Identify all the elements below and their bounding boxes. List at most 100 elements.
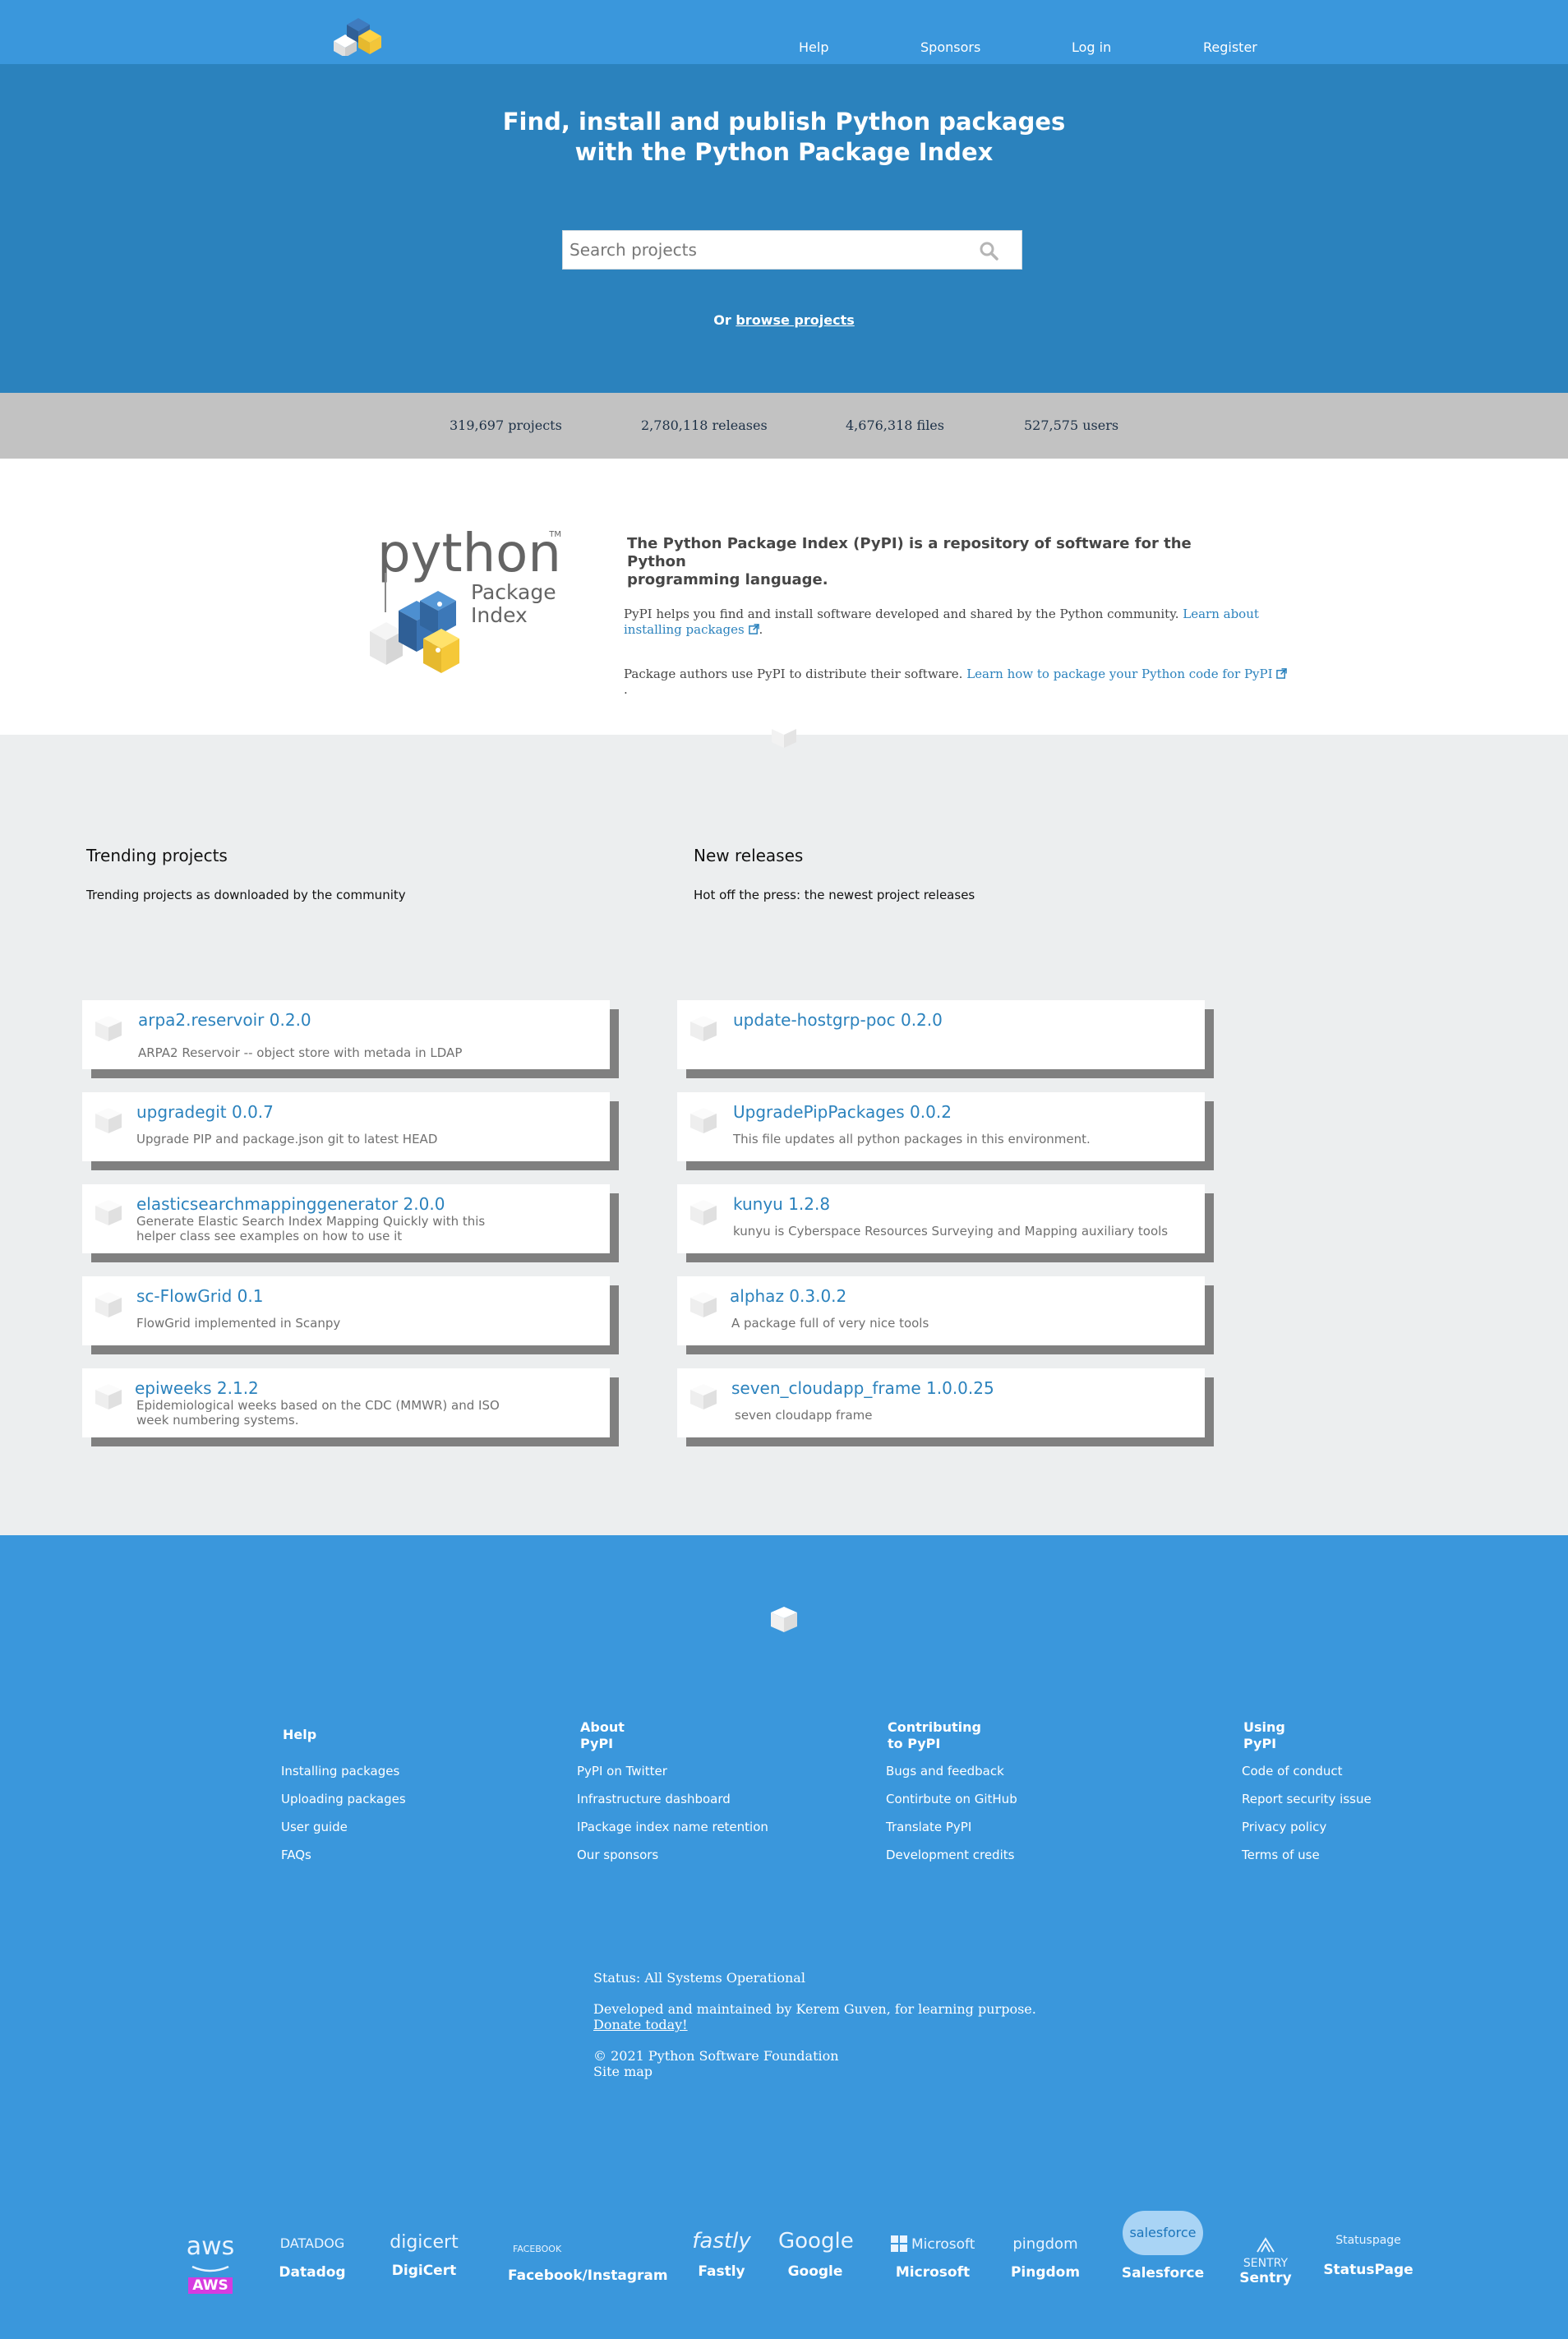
footer-help-title: Help [283, 1727, 316, 1743]
package-name-link[interactable]: UpgradePipPackages 0.0.2 [733, 1102, 952, 1122]
footer-link[interactable]: Uploading packages [281, 1792, 406, 1806]
sponsor-digicert[interactable]: digicert DigiCert [383, 2232, 465, 2279]
package-description: ARPA2 Reservoir -- object store with met… [138, 1045, 463, 1060]
nav-sponsors-link[interactable]: Sponsors [920, 39, 980, 55]
developed-by-text: Developed and maintained by Kerem Guven,… [593, 2001, 1036, 2017]
statuspage-logo-icon: Statuspage [1335, 2234, 1401, 2247]
sponsor-facebook[interactable]: FACEBOOK Facebook/Instagram [508, 2244, 668, 2284]
package-cube-icon [690, 1384, 717, 1409]
footer-link[interactable]: Bugs and feedback [886, 1764, 1004, 1778]
copyright-text: © 2021 Python Software Foundation [593, 2048, 839, 2064]
salesforce-logo-icon: salesforce [1123, 2211, 1203, 2255]
external-link-icon [1276, 668, 1288, 679]
footer-col-title-line: Contributing [888, 1719, 981, 1735]
footer-link[interactable]: Our sponsors [577, 1848, 658, 1862]
hero-title-line1: Find, install and publish Python package… [502, 108, 1066, 136]
aws-logo-icon: aws [186, 2232, 235, 2261]
sponsor-salesforce[interactable]: salesforce Salesforce [1118, 2211, 1208, 2281]
search-input[interactable] [563, 231, 974, 269]
package-name-link[interactable]: kunyu 1.2.8 [733, 1194, 830, 1214]
package-name-link[interactable]: alphaz 0.3.0.2 [730, 1286, 846, 1306]
nav-help-link[interactable]: Help [799, 39, 828, 55]
microsoft-squares-icon [890, 2235, 907, 2252]
footer-col-title-line: Using [1243, 1719, 1285, 1735]
package-name-link[interactable]: update-hostgrp-poc 0.2.0 [733, 1010, 943, 1030]
footer-col-title-line: PyPI [580, 1736, 614, 1751]
package-cube-icon [690, 1200, 717, 1225]
footer-link[interactable]: Translate PyPI [886, 1820, 971, 1834]
nav-register-link[interactable]: Register [1203, 39, 1257, 55]
sponsor-aws[interactable]: aws AWS [182, 2232, 238, 2294]
package-card[interactable]: sc-FlowGrid 0.1 FlowGrid implemented in … [82, 1276, 610, 1345]
footer-link[interactable]: User guide [281, 1820, 348, 1834]
package-name-link[interactable]: seven_cloudapp_frame 1.0.0.25 [731, 1378, 994, 1398]
package-card[interactable]: alphaz 0.3.0.2 A package full of very ni… [677, 1276, 1205, 1345]
top-navigation: Help Sponsors Log in Register [0, 0, 1568, 64]
footer-link[interactable]: Terms of use [1242, 1848, 1320, 1862]
nav-login-link[interactable]: Log in [1072, 39, 1111, 55]
package-description: kunyu is Cyberspace Resources Surveying … [733, 1224, 1169, 1239]
package-card[interactable]: UpgradePipPackages 0.0.2 This file updat… [677, 1092, 1205, 1161]
footer-link[interactable]: Infrastructure dashboard [577, 1792, 731, 1806]
footer-link[interactable]: PyPI on Twitter [577, 1764, 667, 1778]
browse-projects-link[interactable]: browse projects [736, 312, 854, 328]
sponsor-google[interactable]: Google Google [778, 2229, 854, 2280]
package-description: Epidemiological weeks based on the CDC (… [136, 1398, 500, 1428]
sponsor-fastly[interactable]: fastly Fastly [686, 2229, 757, 2280]
package-name-link[interactable]: sc-FlowGrid 0.1 [136, 1286, 263, 1306]
search-icon[interactable] [979, 241, 998, 261]
package-card[interactable]: epiweeks 2.1.2 Epidemiological weeks bas… [82, 1368, 610, 1437]
facebook-logo-icon: FACEBOOK [513, 2244, 562, 2254]
pingdom-logo-icon: pingdom [1012, 2235, 1078, 2253]
about-title-line2: Python [627, 553, 686, 570]
browse-or-text: Or [713, 312, 731, 328]
footer-link[interactable]: Installing packages [281, 1764, 399, 1778]
sponsor-microsoft[interactable]: Microsoft Microsoft [888, 2235, 978, 2281]
package-name-link[interactable]: upgradegit 0.0.7 [136, 1102, 274, 1122]
site-map-link[interactable]: Site map [593, 2064, 653, 2079]
pypi-logo-icon[interactable] [329, 8, 386, 56]
footer-link[interactable]: Code of conduct [1242, 1764, 1342, 1778]
footer-col-title-line: PyPI [1243, 1736, 1277, 1751]
package-card[interactable]: elasticsearchmappinggenerator 2.0.0 Gene… [82, 1184, 610, 1253]
package-cube-icon [690, 1292, 717, 1317]
sponsor-name: DigiCert [391, 2263, 457, 2279]
footer-col-title-line: About [580, 1719, 625, 1735]
footer-link[interactable]: Report security issue [1242, 1792, 1372, 1806]
about-title-line1: The Python Package Index (PyPI) is a rep… [627, 535, 1192, 552]
footer-col-title-line: Help [283, 1727, 317, 1742]
sponsor-datadog[interactable]: DATADOG Datadog [271, 2235, 353, 2281]
package-card[interactable]: upgradegit 0.0.7 Upgrade PIP and package… [82, 1092, 610, 1161]
sponsor-name: Salesforce [1121, 2265, 1205, 2281]
footer-link[interactable]: Privacy policy [1242, 1820, 1326, 1834]
sponsor-name: Microsoft [895, 2264, 971, 2281]
trending-title: Trending projects [86, 846, 228, 865]
package-cube-icon [690, 1016, 717, 1041]
hero-title: Find, install and publish Python package… [0, 107, 1568, 168]
footer-link[interactable]: FAQs [281, 1848, 311, 1862]
footer-link[interactable]: IPackage index name retention [577, 1820, 768, 1834]
package-card[interactable]: kunyu 1.2.8 kunyu is Cyberspace Resource… [677, 1184, 1205, 1253]
svg-text:python: python [377, 524, 561, 584]
donate-link[interactable]: Donate today! [593, 2017, 688, 2032]
sponsor-name: Facebook/Instagram [508, 2267, 668, 2284]
digicert-logo-icon: digicert [390, 2232, 459, 2253]
package-name-link[interactable]: arpa2.reservoir 0.2.0 [138, 1010, 311, 1030]
package-description: seven cloudapp frame [735, 1408, 873, 1423]
sponsor-pingdom[interactable]: pingdom Pingdom [1004, 2235, 1086, 2281]
statistics-bar: 319,697 projects 2,780,118 releases 4,67… [0, 393, 1568, 459]
learn-packaging-link[interactable]: Learn how to package your Python code fo… [966, 667, 1288, 681]
microsoft-wordmark: Microsoft [911, 2236, 975, 2253]
package-card[interactable]: seven_cloudapp_frame 1.0.0.25 seven clou… [677, 1368, 1205, 1437]
learn-packaging-label: Learn how to package your Python code fo… [966, 667, 1273, 681]
package-card[interactable]: update-hostgrp-poc 0.2.0 [677, 1000, 1205, 1069]
footer-link[interactable]: Development credits [886, 1848, 1014, 1862]
package-name-link[interactable]: elasticsearchmappinggenerator 2.0.0 [136, 1194, 445, 1214]
footer-link[interactable]: Contirbute on GitHub [886, 1792, 1017, 1806]
stat-files: 4,676,318 files [846, 418, 944, 433]
about-paragraph-install: PyPI helps you find and install software… [624, 607, 1259, 637]
package-card[interactable]: arpa2.reservoir 0.2.0 ARPA2 Reservoir --… [82, 1000, 610, 1069]
sponsor-statuspage[interactable]: Statuspage StatusPage [1323, 2234, 1414, 2278]
sponsor-sentry[interactable]: SENTRY Sentry [1229, 2237, 1302, 2286]
package-name-link[interactable]: epiweeks 2.1.2 [135, 1378, 259, 1398]
